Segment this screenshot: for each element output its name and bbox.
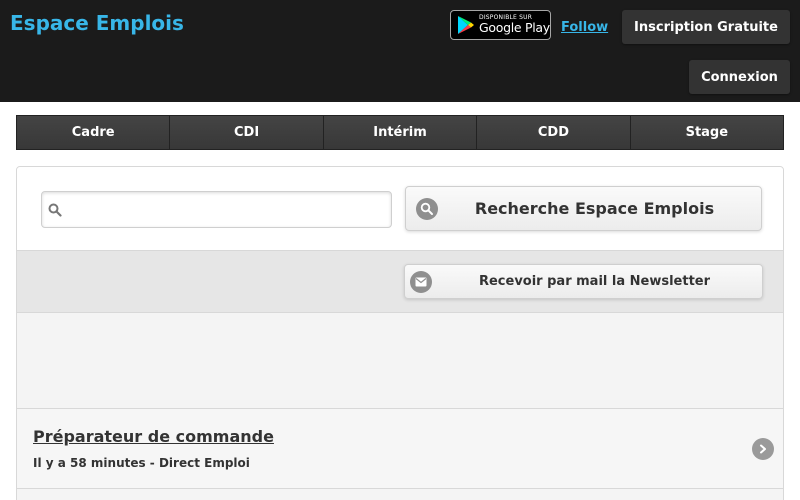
mail-icon xyxy=(410,270,432,293)
google-play-icon xyxy=(453,11,479,39)
google-play-badge[interactable]: DISPONIBLE SUR Google Play xyxy=(450,10,551,40)
site-header: Espace Emplois DISPONIBLE SUR Google Pla… xyxy=(0,0,800,102)
search-input-icon xyxy=(42,203,68,217)
job-title[interactable]: Préparateur de commande xyxy=(33,427,274,446)
follow-link[interactable]: Follow xyxy=(561,20,608,35)
signup-button[interactable]: Inscription Gratuite xyxy=(622,10,790,44)
google-play-big-text: Google Play xyxy=(479,20,550,36)
newsletter-button-label: Recevoir par mail la Newsletter xyxy=(478,274,711,289)
content-panel: Recherche Espace Emplois Recevoir par ma… xyxy=(16,166,784,500)
chevron-right-icon[interactable] xyxy=(752,438,774,460)
job-list-item[interactable]: Préparateur de commande Il y a 58 minute… xyxy=(17,409,783,489)
newsletter-section: Recevoir par mail la Newsletter xyxy=(17,251,783,313)
search-button[interactable]: Recherche Espace Emplois xyxy=(405,186,762,231)
nav-item-stage[interactable]: Stage xyxy=(630,116,784,149)
nav-item-cadre[interactable]: Cadre xyxy=(17,116,171,149)
login-button[interactable]: Connexion xyxy=(689,60,790,94)
search-input[interactable] xyxy=(68,192,391,227)
newsletter-button[interactable]: Recevoir par mail la Newsletter xyxy=(404,264,763,299)
site-title[interactable]: Espace Emplois xyxy=(10,11,184,35)
search-icon xyxy=(416,197,438,220)
ad-placeholder xyxy=(17,313,783,409)
nav-item-cdd[interactable]: CDD xyxy=(477,116,631,149)
search-box xyxy=(41,191,392,228)
nav-item-cdi[interactable]: CDI xyxy=(170,116,324,149)
search-button-label: Recherche Espace Emplois xyxy=(474,199,715,218)
search-section: Recherche Espace Emplois xyxy=(17,167,783,251)
nav-item-interim[interactable]: Intérim xyxy=(323,116,478,149)
google-play-text: DISPONIBLE SUR Google Play xyxy=(479,15,550,35)
job-meta: Il y a 58 minutes - Direct Emploi xyxy=(33,456,250,470)
category-navbar: Cadre CDI Intérim CDD Stage xyxy=(16,115,784,150)
